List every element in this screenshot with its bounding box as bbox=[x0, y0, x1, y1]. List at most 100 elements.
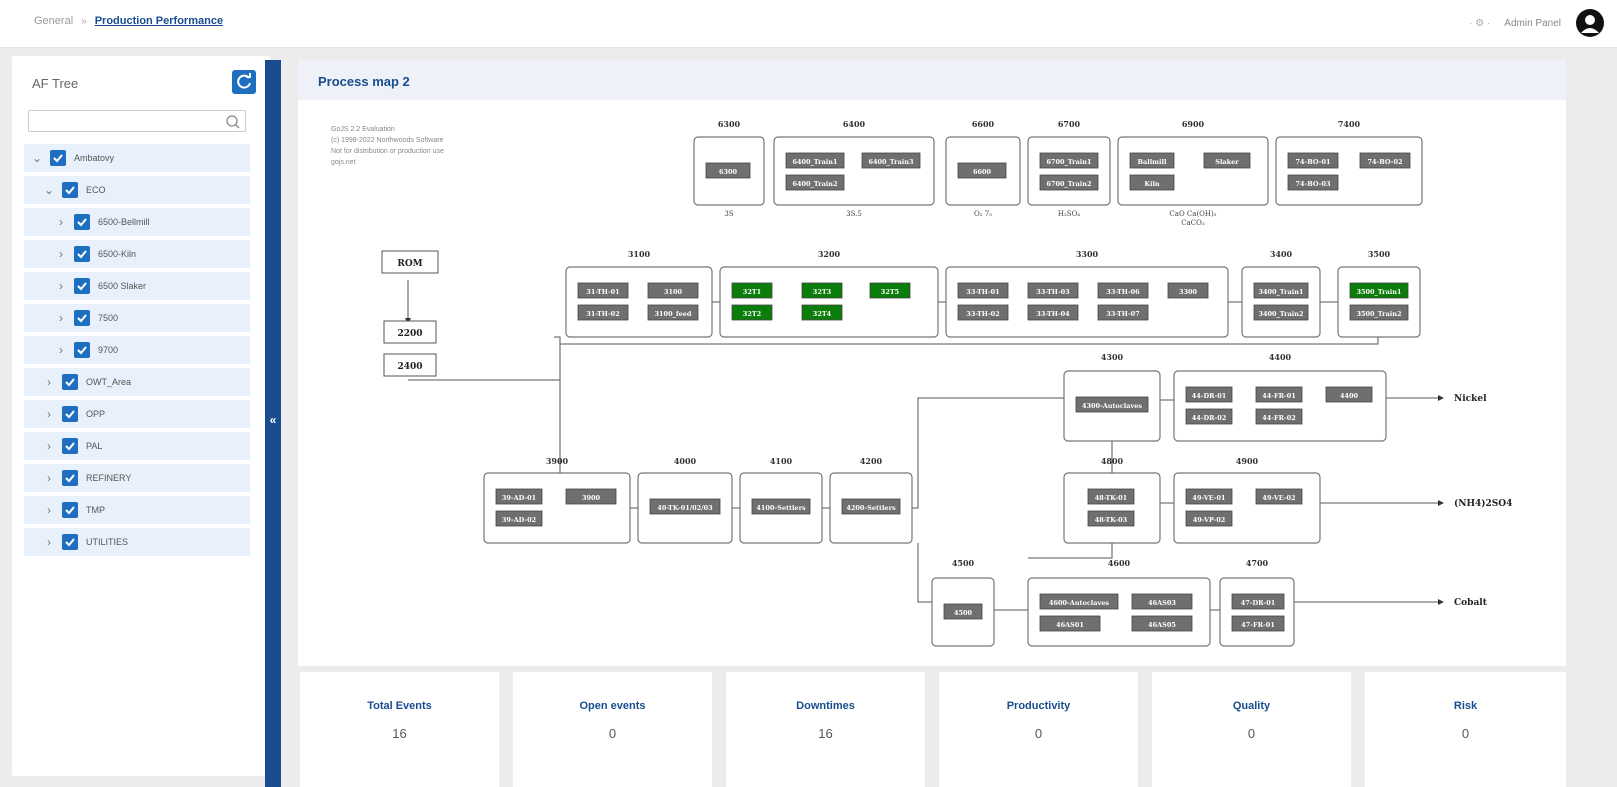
kpi-value: 0 bbox=[1247, 726, 1256, 741]
refresh-button[interactable] bbox=[232, 70, 256, 94]
header-settings[interactable]: · ⚙ · bbox=[1469, 18, 1490, 29]
process-group-label: 3200 bbox=[818, 249, 841, 259]
process-group-4800[interactable] bbox=[1063, 472, 1161, 544]
checkbox-checked-icon[interactable] bbox=[74, 214, 90, 230]
kpi-value: 0 bbox=[1034, 726, 1043, 741]
breadcrumb-current[interactable]: Production Performance bbox=[95, 15, 223, 27]
tree-item[interactable]: › 7500 bbox=[24, 304, 250, 332]
chevron-right-icon[interactable]: › bbox=[42, 439, 56, 453]
chevron-right-icon[interactable]: › bbox=[42, 503, 56, 517]
process-group-3300[interactable] bbox=[945, 266, 1229, 338]
user-name[interactable]: Admin Panel bbox=[1504, 18, 1561, 29]
process-group-label: 3400 bbox=[1270, 249, 1293, 259]
checkbox-checked-icon[interactable] bbox=[62, 534, 78, 550]
equipment-node-label: 74-BO-03 bbox=[1295, 180, 1330, 188]
kpi-label: Risk bbox=[1453, 700, 1478, 712]
tree-item[interactable]: ⌄ Ambatovy bbox=[24, 144, 250, 172]
kpi-label: Downtimes bbox=[796, 700, 855, 712]
process-group-4600[interactable] bbox=[1027, 577, 1211, 647]
breadcrumb: General » Production Performance bbox=[34, 15, 223, 27]
tree-item[interactable]: › UTILITIES bbox=[24, 528, 250, 556]
equipment-node-label: 4200-Settlers bbox=[846, 504, 896, 512]
tree-item[interactable]: › REFINERY bbox=[24, 464, 250, 492]
tree-item-label: ECO bbox=[86, 185, 106, 195]
process-group-3200[interactable] bbox=[719, 266, 939, 338]
chevron-right-icon[interactable]: › bbox=[54, 343, 68, 357]
tree-item[interactable]: › TMP bbox=[24, 496, 250, 524]
chevron-right-icon[interactable]: › bbox=[54, 311, 68, 325]
checkbox-checked-icon[interactable] bbox=[74, 310, 90, 326]
checkbox-checked-icon[interactable] bbox=[62, 406, 78, 422]
checkbox-checked-icon[interactable] bbox=[74, 246, 90, 262]
process-group-label: 4200 bbox=[860, 456, 883, 466]
checkbox-checked-icon[interactable] bbox=[50, 150, 66, 166]
tree-item[interactable]: › OWT_Area bbox=[24, 368, 250, 396]
process-group-7400[interactable] bbox=[1275, 136, 1423, 206]
tree-item[interactable]: › 6500-Kiln bbox=[24, 240, 250, 268]
tree-search-input[interactable] bbox=[28, 110, 246, 132]
equipment-node-label: 33-TH-03 bbox=[1036, 288, 1070, 296]
tree-item[interactable]: › 6500-Bellmill bbox=[24, 208, 250, 236]
chevron-right-icon[interactable]: › bbox=[54, 215, 68, 229]
tree-item[interactable]: › OPP bbox=[24, 400, 250, 428]
equipment-node-label: 6300 bbox=[719, 168, 738, 176]
search-icon[interactable] bbox=[225, 114, 241, 130]
process-group-label: 7400 bbox=[1338, 119, 1361, 129]
checkbox-checked-icon[interactable] bbox=[62, 374, 78, 390]
output-label: Nickel bbox=[1454, 394, 1487, 404]
checkbox-checked-icon[interactable] bbox=[62, 438, 78, 454]
process-group-6900[interactable] bbox=[1117, 136, 1269, 206]
kpi-card-total-events[interactable]: Total Events 16 bbox=[300, 672, 499, 787]
equipment-node-label: 48-TK-01 bbox=[1095, 494, 1127, 502]
checkbox-checked-icon[interactable] bbox=[62, 502, 78, 518]
chevron-right-icon[interactable]: › bbox=[42, 407, 56, 421]
equipment-node-label: 49-VE-02 bbox=[1262, 494, 1295, 502]
kpi-card-open-events[interactable]: Open events 0 bbox=[513, 672, 712, 787]
process-group-4400[interactable] bbox=[1173, 370, 1387, 442]
user-avatar-icon[interactable] bbox=[1575, 8, 1605, 38]
process-group-3900[interactable] bbox=[483, 472, 631, 544]
process-group-label: 4400 bbox=[1269, 352, 1292, 362]
process-group-3100[interactable] bbox=[565, 266, 713, 338]
process-group-sublabel: CaCO₃ bbox=[1181, 219, 1205, 227]
process-group-6400[interactable] bbox=[773, 136, 935, 206]
process-group-label: 4100 bbox=[770, 456, 793, 466]
equipment-node-label: 6400_Train3 bbox=[868, 158, 914, 166]
tree-item[interactable]: ⌄ ECO bbox=[24, 176, 250, 204]
chevron-right-icon[interactable]: › bbox=[54, 247, 68, 261]
breadcrumb-home[interactable]: General bbox=[34, 15, 73, 27]
chevron-right-icon[interactable]: › bbox=[42, 471, 56, 485]
kpi-card-downtimes[interactable]: Downtimes 16 bbox=[726, 672, 925, 787]
equipment-node-label: 4400 bbox=[1340, 392, 1359, 400]
chevron-down-icon[interactable]: ⌄ bbox=[42, 183, 56, 197]
collapse-panel-icon[interactable]: « bbox=[265, 412, 281, 428]
checkbox-checked-icon[interactable] bbox=[62, 182, 78, 198]
checkbox-checked-icon[interactable] bbox=[62, 470, 78, 486]
chevron-right-icon[interactable]: › bbox=[42, 375, 56, 389]
tree-item[interactable]: › 9700 bbox=[24, 336, 250, 364]
kpi-card-quality[interactable]: Quality 0 bbox=[1152, 672, 1351, 787]
process-group-4700[interactable] bbox=[1219, 577, 1295, 647]
equipment-node-label: 48-TK-03 bbox=[1095, 516, 1128, 524]
checkbox-checked-icon[interactable] bbox=[74, 342, 90, 358]
chevron-right-icon[interactable]: › bbox=[54, 279, 68, 293]
process-group-4900[interactable] bbox=[1173, 472, 1321, 544]
tree-item-label: Ambatovy bbox=[74, 153, 115, 163]
process-map-diagram[interactable]: ROM 2200 2400 6300 3S 6300 6400 3S.5 6400_Train1… bbox=[298, 60, 1566, 666]
process-group-3500[interactable] bbox=[1337, 266, 1421, 338]
checkbox-checked-icon[interactable] bbox=[74, 278, 90, 294]
kpi-card-risk[interactable]: Risk 0 bbox=[1365, 672, 1566, 787]
tree-item[interactable]: › 6500 Slaker bbox=[24, 272, 250, 300]
process-group-3400[interactable] bbox=[1241, 266, 1321, 338]
tree-item[interactable]: › PAL bbox=[24, 432, 250, 460]
kpi-label: Total Events bbox=[367, 700, 432, 712]
equipment-node-label: 32T5 bbox=[881, 288, 900, 296]
tree-item-label: REFINERY bbox=[86, 473, 132, 483]
process-group-6700[interactable] bbox=[1027, 136, 1111, 206]
process-group-label: 4300 bbox=[1101, 352, 1124, 362]
chevron-down-icon[interactable]: ⌄ bbox=[30, 151, 44, 165]
process-group-sublabel: O₂ 7₅ bbox=[974, 210, 992, 218]
chevron-right-icon[interactable]: › bbox=[42, 535, 56, 549]
process-group-sublabel: H₂SO₄ bbox=[1058, 210, 1080, 218]
kpi-card-productivity[interactable]: Productivity 0 bbox=[939, 672, 1138, 787]
